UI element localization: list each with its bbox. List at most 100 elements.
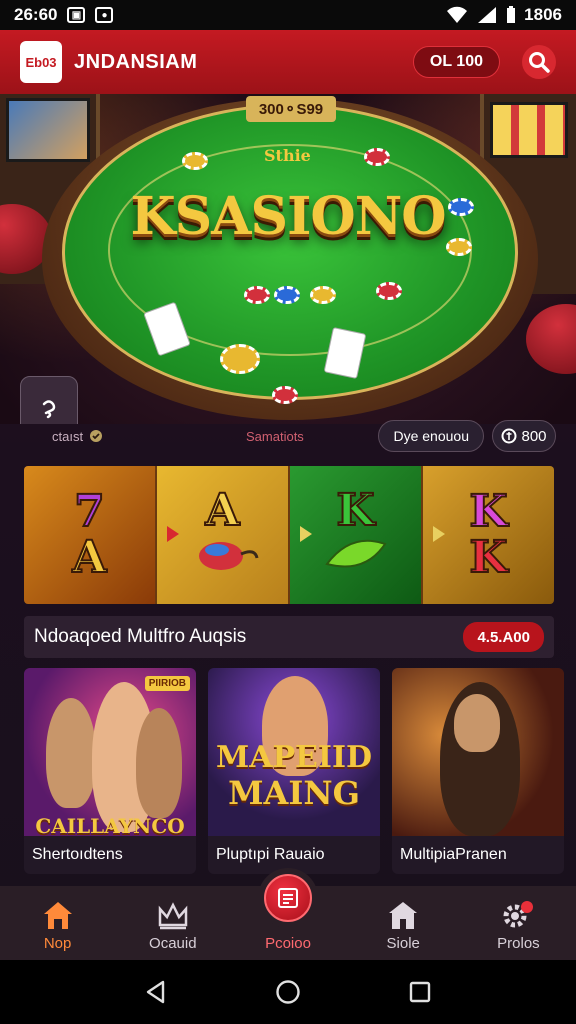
image-icon: ▣ xyxy=(67,7,86,23)
brand-name: JNDANSIAM xyxy=(74,50,198,73)
game-card[interactable]: MAPEIID MAING Pluptıpi Rauaio xyxy=(208,668,380,874)
slot-reel: K xyxy=(290,466,423,604)
store-icon xyxy=(389,902,418,929)
chip xyxy=(220,344,260,374)
chip xyxy=(376,282,402,300)
slot-reel: K K xyxy=(423,466,554,604)
nav-center-button[interactable] xyxy=(264,874,312,922)
character-figure xyxy=(136,708,182,818)
nav-item-crown[interactable]: Ocauid xyxy=(115,886,230,960)
bottom-nav: Nop Ocauid Pcoioo Siole Prolos xyxy=(0,868,576,960)
search-icon xyxy=(529,52,550,73)
character-face xyxy=(454,694,500,752)
section-badge-button[interactable]: 4.5.A00 xyxy=(463,622,544,652)
info-middle-text: Samatiots xyxy=(246,428,304,444)
slot-symbol: 7 xyxy=(73,486,106,537)
home-circle-icon[interactable] xyxy=(275,979,301,1005)
arrow-icon xyxy=(433,526,445,542)
slot-symbol: K xyxy=(468,486,508,537)
home-icon xyxy=(43,902,72,929)
verified-icon xyxy=(90,430,103,442)
hero-title: KSASIONO xyxy=(130,186,446,247)
slot-symbol: K xyxy=(335,484,375,536)
hero-chip-label: Sthie xyxy=(264,146,311,165)
section-title: Ndoaqoed Multfro Auqsis xyxy=(34,626,247,647)
hero-banner[interactable]: 300⚬S99 Sthie KSASIONO xyxy=(0,94,576,424)
battery-icon xyxy=(507,6,516,23)
info-row: ctaıst Samatiots Dye enouou 800 xyxy=(0,418,576,454)
game-card[interactable]: MultipiaPranen xyxy=(392,668,564,874)
slot-reel: A xyxy=(157,466,290,604)
game-thumb-title: MAING xyxy=(228,774,360,812)
nav-label: Pcoioo xyxy=(265,935,311,952)
nav-label: Prolos xyxy=(497,935,540,952)
slot-reel: 7 A xyxy=(24,466,157,604)
slot-symbol: A xyxy=(71,532,107,583)
slot-symbol: A xyxy=(204,484,240,536)
arrow-icon xyxy=(300,526,312,542)
info-left: ctaıst xyxy=(52,429,103,444)
slot-reel-symbols: 7 A xyxy=(71,486,107,583)
nav-label: Ocauid xyxy=(149,935,197,952)
search-button[interactable] xyxy=(522,45,556,79)
game-thumb-title: MAPEIID xyxy=(216,740,372,775)
chip xyxy=(274,286,300,304)
chip xyxy=(244,286,270,304)
game-card[interactable]: PIIRIOB CAILLAYNCO Shertoıdtens xyxy=(24,668,196,874)
chip xyxy=(364,148,390,166)
app-header: Eb03 JNDANSIAM OL 100 xyxy=(0,30,576,94)
slot-reel-symbols: A xyxy=(183,484,263,583)
recents-icon[interactable] xyxy=(407,979,433,1005)
info-left-text: ctaıst xyxy=(52,428,84,444)
chip xyxy=(272,386,298,404)
info-pill-button[interactable]: Dye enouou xyxy=(378,420,484,452)
section-header: Ndoaqoed Multfro Auqsis 4.5.A00 xyxy=(24,616,554,658)
brand-logo[interactable]: Eb03 xyxy=(20,41,62,83)
coin-icon xyxy=(501,428,517,444)
slot-reels-strip[interactable]: 7 A A K K K xyxy=(24,466,554,604)
status-right-text: 1806 xyxy=(524,5,562,24)
slot-reel-symbols: K K xyxy=(468,486,508,583)
balance-button[interactable]: OL 100 xyxy=(412,46,500,78)
wifi-icon xyxy=(447,6,468,23)
game-thumbnail xyxy=(392,668,564,836)
arrow-icon xyxy=(167,526,179,542)
coin-pill-text: 800 xyxy=(521,427,547,445)
status-time: 26:60 xyxy=(14,5,58,24)
character-figure xyxy=(46,698,96,808)
carousel-pill-button[interactable] xyxy=(20,376,78,424)
nav-item-home[interactable]: Nop xyxy=(0,886,115,960)
slot-reel-symbols: K xyxy=(321,484,391,583)
swipe-icon xyxy=(42,400,56,419)
settings-icon xyxy=(503,901,534,928)
crown-icon xyxy=(158,902,188,930)
game-thumbnail: PIIRIOB CAILLAYNCO xyxy=(24,668,196,836)
status-bar: 26:60 ▣ ● 1806 xyxy=(0,0,576,30)
chip xyxy=(182,152,208,170)
game-badge: PIIRIOB xyxy=(144,676,190,691)
chip xyxy=(310,286,336,304)
game-name: Shertoıdtens xyxy=(32,846,123,863)
nav-label: Nop xyxy=(43,935,72,952)
game-thumb-title: CAILLAYNCO xyxy=(35,814,185,836)
system-nav-bar xyxy=(0,960,576,1024)
games-carousel: PIIRIOB CAILLAYNCO Shertoıdtens MAPEIID … xyxy=(24,668,576,874)
coin-pill-button[interactable]: 800 xyxy=(492,420,556,452)
nav-center-bubble xyxy=(258,868,318,928)
back-icon[interactable] xyxy=(143,979,169,1005)
nav-item-store[interactable]: Siole xyxy=(346,886,461,960)
app-root: 26:60 ▣ ● 1806 Eb03 JNDANSIAM OL 100 300… xyxy=(0,0,576,1024)
nav-item-settings[interactable]: Prolos xyxy=(461,886,576,960)
logo-text: Eb03 xyxy=(25,54,57,70)
table-label: 300⚬S99 xyxy=(246,96,336,122)
signal-icon xyxy=(478,7,497,23)
genie-lamp-icon xyxy=(198,541,258,570)
nav-label: Siole xyxy=(386,935,420,952)
leaf-icon xyxy=(324,539,387,567)
notification-icon: ● xyxy=(95,7,114,23)
game-thumbnail: MAPEIID MAING xyxy=(208,668,380,836)
game-name: MultipiaPranen xyxy=(400,846,507,863)
slot-symbol: K xyxy=(468,532,508,583)
chip xyxy=(446,238,472,256)
chip xyxy=(448,198,474,216)
